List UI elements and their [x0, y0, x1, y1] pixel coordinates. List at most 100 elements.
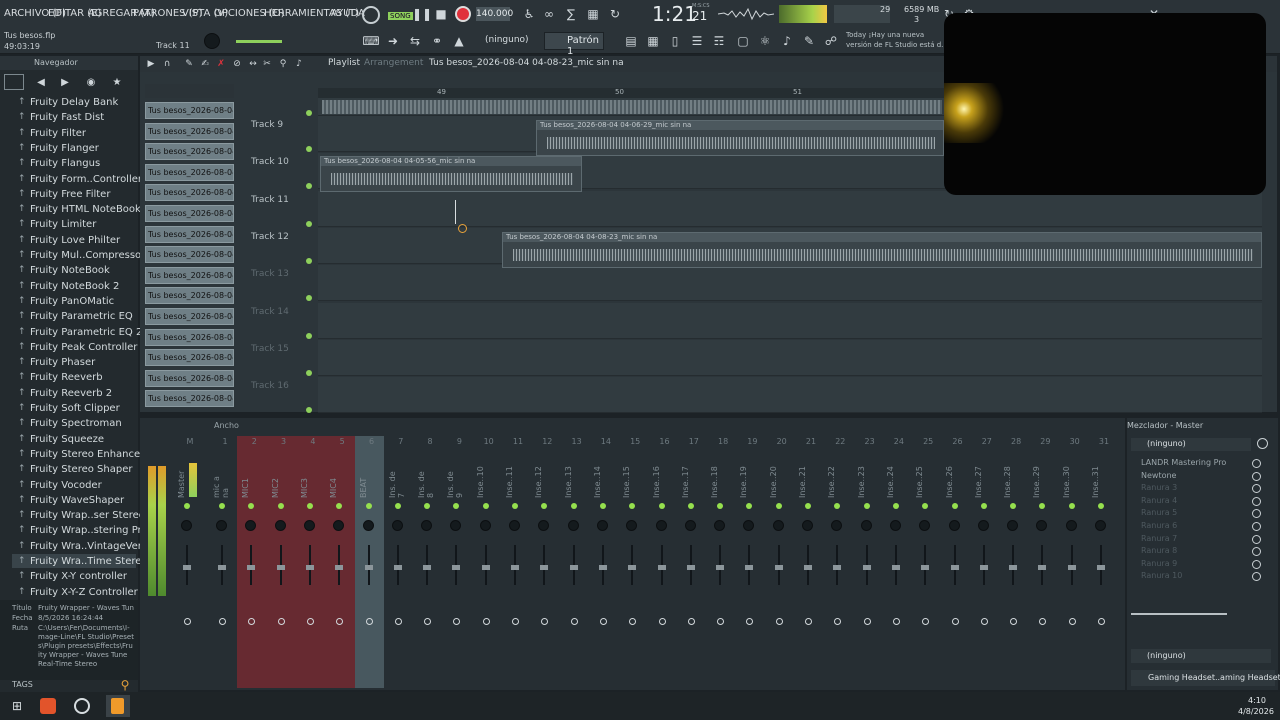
mixer-channel-led[interactable] [805, 503, 811, 509]
mixer-channel-name[interactable]: Inse..22 [827, 466, 839, 498]
mixer-volume-fader[interactable] [891, 565, 900, 570]
mixer-channel-name[interactable]: MIC2 [271, 466, 283, 498]
clip-source-button[interactable]: Tus besos_2026-08-04 0... [145, 163, 234, 181]
mixer-channel-name[interactable]: Inse..10 [476, 466, 488, 498]
track-mute-led[interactable] [306, 369, 312, 376]
mixer-route-icon[interactable] [775, 618, 783, 625]
mixer-volume-fader[interactable] [950, 565, 959, 570]
insert-slot-enable[interactable] [1252, 559, 1261, 569]
plugin-item[interactable]: Fruity Phaser [18, 357, 95, 368]
insert-slot[interactable]: LANDR Mastering Pro [1141, 458, 1226, 467]
playlist-icon[interactable]: ▤ [622, 32, 640, 50]
browser-search-icon[interactable]: ◉ [82, 74, 100, 92]
mixer-icon[interactable]: ☰ [688, 32, 706, 50]
plugin-item[interactable]: Fruity Fast Dist [18, 112, 104, 123]
mixer-route-icon[interactable] [570, 618, 578, 625]
mixer-pan-knob[interactable] [479, 520, 491, 531]
plugin-item[interactable]: Fruity Love Philter [18, 235, 120, 246]
mixer-volume-fader[interactable] [423, 565, 432, 570]
mixer-volume-fader[interactable] [686, 565, 695, 570]
swap-icon[interactable]: ⇆ [406, 32, 424, 50]
mixer-channel-name[interactable]: Inse..21 [798, 466, 810, 498]
mixer-pan-knob[interactable] [596, 520, 608, 531]
mixer-volume-fader[interactable] [183, 565, 191, 570]
track-label[interactable]: Track 9 [251, 120, 283, 130]
insert-slot-enable[interactable] [1252, 534, 1261, 544]
news-line-1[interactable]: Today ¡Hay una nueva [846, 31, 924, 39]
mixer-channel-led[interactable] [1098, 503, 1104, 509]
track-label[interactable]: Track 11 [251, 195, 289, 205]
mixer-channel-name[interactable]: BEAT [359, 466, 371, 498]
mixer-route-icon[interactable] [277, 618, 285, 625]
insert-slot[interactable]: Ranura 5 [1141, 508, 1177, 517]
plugin-item[interactable]: Fruity Flanger [18, 143, 99, 154]
track-label[interactable]: Track 16 [251, 381, 289, 391]
clip-source-button[interactable]: Tus besos_2026-08-04 0... [145, 369, 234, 387]
pattern-selector[interactable]: Patrón 1 [544, 32, 604, 57]
plugin-item[interactable]: Fruity Wrap..stering Pro [18, 525, 148, 536]
magnet-icon[interactable]: ∩ [158, 55, 176, 73]
mixer-volume-fader[interactable] [716, 565, 725, 570]
mixer-route-icon[interactable] [599, 618, 607, 625]
tags-label[interactable]: TAGS [12, 680, 33, 689]
master-volume-knob[interactable] [204, 33, 220, 49]
play-button[interactable]: ❚❚ [412, 5, 432, 23]
mixer-volume-fader[interactable] [1038, 565, 1047, 570]
browser-forward-icon[interactable]: ▶ [56, 74, 74, 92]
mixer-channel-name[interactable]: Inse..13 [564, 466, 576, 498]
insert-slot-enable[interactable] [1252, 459, 1261, 468]
browser-icon[interactable]: ☶ [710, 32, 728, 50]
piano-roll-icon[interactable]: ▦ [644, 32, 662, 50]
mixer-pan-knob[interactable] [181, 520, 192, 531]
mixer-route-icon[interactable] [980, 618, 988, 625]
menu-help[interactable]: AYUDA [331, 8, 365, 19]
browser-all-icon[interactable] [4, 74, 24, 90]
clip-source-button[interactable]: Tus besos_2026-08-04 0... [145, 287, 234, 305]
track-lane[interactable] [318, 339, 1262, 376]
mixer-route-icon[interactable] [512, 618, 519, 625]
arrow-right-icon[interactable]: ➜ [384, 32, 402, 50]
mixer-route-icon[interactable] [394, 618, 402, 625]
clip-source-button[interactable]: Tus besos_2026-08-04 0... [145, 349, 234, 367]
mixer-volume-fader[interactable] [364, 565, 373, 570]
mixer-pan-knob[interactable] [889, 520, 901, 531]
plugin-item[interactable]: Fruity NoteBook [18, 265, 110, 276]
mixer-volume-fader[interactable] [335, 565, 344, 570]
track-label[interactable]: Track 13 [251, 269, 289, 279]
mixer-volume-fader[interactable] [598, 565, 607, 570]
audio-device-select[interactable]: Gaming Headset..aming Headset 2 [1131, 670, 1280, 686]
clip-source-button[interactable]: Tus besos_2026-08-04 0... [145, 308, 234, 325]
mixer-route-icon[interactable] [306, 618, 314, 625]
insert-slot[interactable]: Ranura 7 [1141, 534, 1177, 543]
track-lane[interactable] [318, 190, 1262, 227]
mixer-volume-fader[interactable] [833, 565, 842, 570]
mixer-channel-name[interactable]: Inse..29 [1032, 466, 1044, 498]
plugin-item[interactable]: Fruity Reeverb [18, 372, 103, 383]
stamp-icon[interactable]: ▲ [450, 32, 468, 50]
mixer-pan-knob[interactable] [567, 520, 579, 531]
mixer-channel-led[interactable] [951, 503, 958, 509]
stop-button[interactable]: ■ [432, 5, 450, 23]
track-lane[interactable] [318, 377, 1262, 414]
browser-favorite-icon[interactable]: ★ [108, 74, 126, 92]
cart-icon[interactable]: ☍ [822, 32, 840, 50]
insert-mix-slider[interactable] [1131, 613, 1227, 615]
mixer-route-icon[interactable] [951, 618, 959, 625]
master-pitch-slider[interactable] [236, 40, 282, 43]
mixer-route-icon[interactable] [1098, 618, 1105, 625]
mixer-volume-fader[interactable] [921, 565, 930, 570]
brave-browser-icon[interactable] [40, 698, 56, 714]
mixer-volume-fader[interactable] [804, 565, 812, 570]
mixer-channel-led[interactable] [306, 503, 313, 509]
mixer-volume-fader[interactable] [276, 565, 285, 570]
mixer-volume-fader[interactable] [1067, 565, 1076, 570]
mixer-channel-led[interactable] [863, 503, 870, 509]
insert-slot-enable[interactable] [1252, 471, 1261, 481]
plugin-item[interactable]: Fruity Spectroman [18, 418, 122, 429]
mixer-pan-knob[interactable] [216, 520, 227, 531]
tempo-tap-icon[interactable]: ♪ [778, 32, 796, 50]
mixer-pan-knob[interactable] [391, 520, 403, 531]
countdown-icon[interactable]: ∑ [562, 5, 580, 23]
clip-source-button[interactable]: Tus besos_2026-08-04 0... [145, 390, 234, 408]
mixer-pan-knob[interactable] [977, 520, 989, 531]
